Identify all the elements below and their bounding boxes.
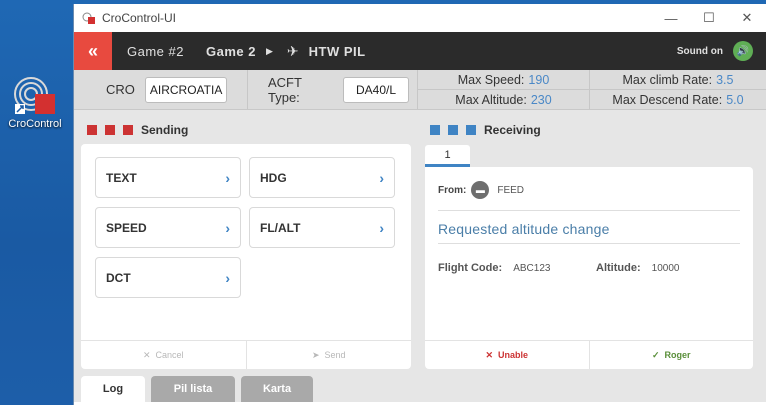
command-label: FL/ALT [260,220,301,235]
cro-cell: CRO AIRCROATIA [74,70,248,109]
cro-label: CRO [106,82,135,97]
command-label: TEXT [106,170,137,185]
acft-type-field[interactable]: DA40/L [342,76,409,103]
roger-button[interactable]: ✓ Roger [588,341,754,369]
crocontrol-app-icon [13,72,57,116]
status-square-icon [466,125,476,135]
max-altitude-value: 230 [530,92,552,107]
command-hdg-button[interactable]: HDG › [249,157,395,198]
chevron-right-icon: › [225,219,230,236]
max-speed-value: 190 [528,72,550,87]
tab-pil-lista[interactable]: Pil lista [151,376,235,402]
max-climb-label: Max climb Rate: [622,72,713,87]
receiving-panel: From: ▬ FEED Requested altitude change F… [425,167,753,369]
receiving-footer: ✕ Unable ✓ Roger [425,340,753,369]
altitude-label: Altitude: [596,262,641,274]
close-icon: ✕ [142,349,151,360]
flight-code-label: Flight Code: [438,262,503,274]
unable-button[interactable]: ✕ Unable [425,341,589,369]
status-square-icon [87,125,97,135]
sending-title: Sending [141,123,189,137]
command-speed-button[interactable]: SPEED › [95,207,241,248]
command-text-button[interactable]: TEXT › [95,157,241,198]
receiving-header: Receiving [430,123,541,137]
chevron-right-icon: › [225,269,230,286]
status-square-icon [430,125,440,135]
command-label: SPEED [106,220,147,235]
status-square-icon [105,125,115,135]
message-tab-1[interactable]: 1 [425,145,470,167]
speed-altitude-stack: Max Speed: 190 Max Altitude: 230 [418,70,590,109]
acft-cell: ACFT Type: DA40/L [248,70,418,109]
chevron-right-icon: › [225,169,230,186]
max-altitude-label: Max Altitude: [455,92,527,107]
cro-field[interactable]: AIRCROATIA [144,76,228,103]
app-logo-icon [82,11,96,25]
minimize-button[interactable]: — [652,11,690,26]
rate-stack: Max climb Rate: 3.5 Max Descend Rate: 5.… [590,70,766,109]
max-climb-row: Max climb Rate: 3.5 [590,70,766,89]
command-label: DCT [106,270,131,285]
airplane-icon: ✈ [286,42,299,59]
speaker-icon[interactable]: 🔊 [733,41,753,61]
max-descend-value: 5.0 [726,92,744,107]
divider [438,243,740,244]
sending-panel: TEXT › HDG › SPEED › FL/ALT › DCT › ✕ Ca… [81,144,411,369]
maximize-button[interactable]: ☐ [690,10,728,26]
checkmark-icon: ✓ [651,349,660,360]
flight-code-field: Flight Code: ABC123 [438,262,550,274]
sending-header: Sending [87,123,188,137]
tab-log[interactable]: Log [81,376,145,402]
nav-bar: « Game #2 Game 2 ▶ ✈ HTW PIL Sound on 🔊 [74,32,766,70]
roger-label: Roger [664,350,691,360]
send-button[interactable]: ➤ Send [245,341,412,369]
cancel-button[interactable]: ✕ Cancel [81,341,246,369]
status-square-icon [448,125,458,135]
paper-plane-icon: ➤ [311,349,320,360]
close-icon: ✕ [485,349,494,360]
flight-callsign: HTW PIL [308,43,366,59]
folder-icon: ▬ [471,181,490,199]
from-row: From: ▬ FEED [438,181,524,199]
sending-footer: ✕ Cancel ➤ Send [81,340,411,369]
cancel-label: Cancel [155,350,184,360]
max-climb-value: 3.5 [716,72,734,87]
desktop-shortcut-crocontrol[interactable]: CroControl [4,72,66,130]
sound-status-label: Sound on [676,45,723,57]
status-square-icon [123,125,133,135]
command-dct-button[interactable]: DCT › [95,257,241,298]
receiving-title: Receiving [484,123,541,137]
divider [438,210,740,211]
window-title: CroControl-UI [102,11,177,25]
flight-code-value: ABC123 [513,263,551,274]
from-value: FEED [497,184,525,196]
app-window: CroControl-UI — ☐ ✕ « Game #2 Game 2 ▶ ✈… [73,4,766,405]
altitude-value: 10000 [651,263,680,274]
tab-karta[interactable]: Karta [241,376,313,402]
acft-type-label: ACFT Type: [268,74,302,105]
from-label: From: [438,184,467,196]
max-altitude-row: Max Altitude: 230 [418,89,589,109]
command-flalt-button[interactable]: FL/ALT › [249,207,395,248]
back-button[interactable]: « [74,32,112,70]
close-button[interactable]: ✕ [728,10,766,26]
altitude-field: Altitude: 10000 [596,262,679,274]
desktop-icon-label: CroControl [8,118,62,130]
unable-label: Unable [498,350,529,360]
max-speed-label: Max Speed: [457,72,525,87]
aircraft-info-bar: CRO AIRCROATIA ACFT Type: DA40/L Max Spe… [74,70,766,110]
command-label: HDG [260,170,287,185]
breadcrumb-arrow-icon: ▶ [265,45,273,56]
chevron-right-icon: › [379,219,384,236]
game-name-breadcrumb[interactable]: Game 2 [206,44,256,59]
title-bar: CroControl-UI — ☐ ✕ [74,4,766,32]
max-descend-label: Max Descend Rate: [612,92,723,107]
max-speed-row: Max Speed: 190 [418,70,589,89]
max-descend-row: Max Descend Rate: 5.0 [590,89,766,109]
chevron-right-icon: › [379,169,384,186]
send-label: Send [324,350,346,360]
request-title: Requested altitude change [438,221,610,237]
game-number-label: Game #2 [127,43,184,59]
